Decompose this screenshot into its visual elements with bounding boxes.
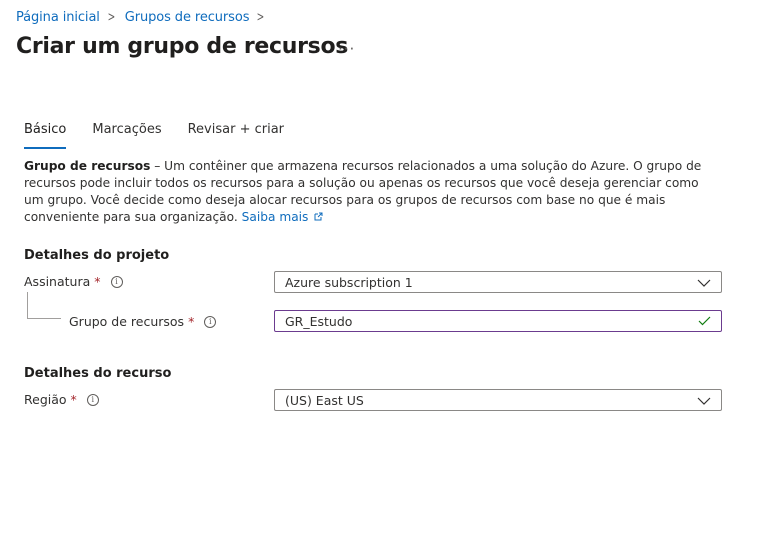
checkmark-icon	[698, 314, 711, 329]
info-icon[interactable]: i	[86, 393, 99, 406]
required-marker: *	[70, 392, 77, 407]
subscription-label: Assinatura * i	[24, 274, 123, 289]
more-options-icon[interactable]: ···	[338, 40, 355, 58]
chevron-right-icon: >	[107, 9, 116, 25]
subscription-dropdown[interactable]: Azure subscription 1	[274, 271, 722, 293]
info-icon[interactable]: i	[110, 275, 123, 288]
region-label-text: Região	[24, 392, 67, 407]
region-value: (US) East US	[285, 392, 364, 408]
resource-group-label-text: Grupo de recursos	[69, 314, 185, 329]
region-label: Região * i	[24, 392, 99, 407]
breadcrumb: Página inicial > Grupos de recursos >	[16, 8, 274, 26]
tree-connector	[27, 318, 61, 319]
resource-details-heading: Detalhes do recurso	[24, 366, 172, 381]
external-link-icon	[310, 212, 323, 224]
required-marker: *	[94, 274, 101, 289]
resource-group-label: Grupo de recursos * i	[69, 314, 217, 329]
resource-group-description: Grupo de recursos – Um contêiner que arm…	[24, 158, 714, 227]
description-term: Grupo de recursos	[24, 159, 151, 173]
tab-review-create[interactable]: Revisar + criar	[188, 120, 284, 146]
tab-bar: Básico Marcações Revisar + criar	[24, 120, 310, 149]
tab-tags[interactable]: Marcações	[92, 120, 161, 146]
tab-basics[interactable]: Básico	[24, 120, 67, 149]
resource-group-value: GR_Estudo	[285, 313, 353, 329]
info-icon[interactable]: i	[204, 315, 217, 328]
subscription-label-text: Assinatura	[24, 274, 91, 289]
tree-connector	[27, 292, 28, 318]
learn-more-link[interactable]: Saiba mais	[242, 210, 309, 224]
chevron-right-icon: >	[257, 9, 265, 25]
subscription-value: Azure subscription 1	[285, 274, 413, 290]
breadcrumb-resource-groups-link[interactable]: Grupos de recursos	[125, 10, 250, 25]
chevron-down-icon	[697, 275, 711, 290]
project-details-heading: Detalhes do projeto	[24, 248, 170, 263]
required-marker: *	[188, 314, 195, 329]
breadcrumb-home-link[interactable]: Página inicial	[16, 10, 100, 25]
resource-group-input[interactable]: GR_Estudo	[274, 310, 722, 332]
page-title: Criar um grupo de recursos	[16, 34, 349, 59]
region-dropdown[interactable]: (US) East US	[274, 389, 722, 411]
chevron-down-icon	[697, 393, 711, 408]
